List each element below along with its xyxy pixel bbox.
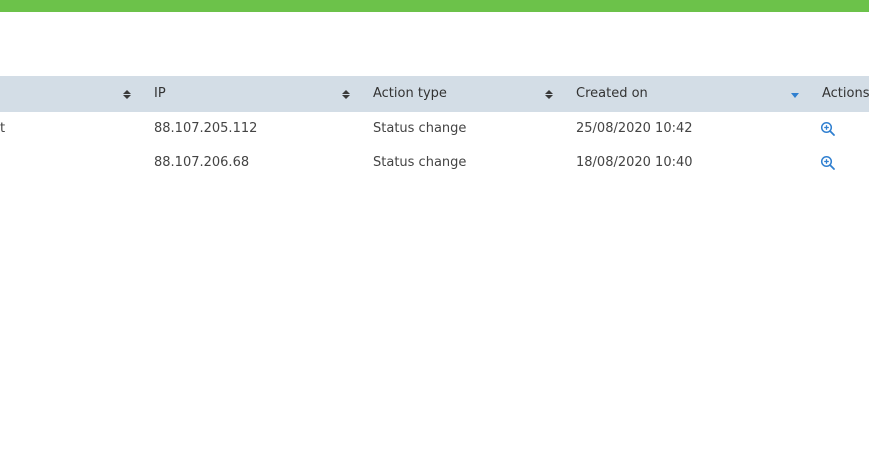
audit-log-table: IP Action type Created on Actions t 88.1… (0, 76, 869, 180)
top-accent-bar (0, 0, 869, 12)
sort-icon[interactable] (122, 76, 132, 112)
table-row: t 88.107.205.112 Status change 25/08/202… (0, 112, 869, 146)
column-header-actions: Actions (822, 86, 869, 101)
cell-truncated: t (0, 121, 6, 136)
zoom-in-icon[interactable] (820, 155, 836, 171)
cell-created-on: 18/08/2020 10:40 (576, 155, 693, 170)
sort-icon[interactable] (341, 76, 351, 112)
sort-icon[interactable] (544, 76, 554, 112)
table-header-row: IP Action type Created on Actions (0, 76, 869, 112)
cell-action-type: Status change (373, 121, 467, 136)
zoom-in-icon[interactable] (820, 121, 836, 137)
table-row: 88.107.206.68 Status change 18/08/2020 1… (0, 146, 869, 180)
cell-created-on: 25/08/2020 10:42 (576, 121, 693, 136)
sort-desc-icon[interactable] (790, 76, 800, 112)
column-header-action-type[interactable]: Action type (373, 76, 447, 112)
cell-ip: 88.107.206.68 (154, 155, 250, 170)
cell-ip: 88.107.205.112 (154, 121, 258, 136)
column-header-created-on[interactable]: Created on (576, 76, 648, 112)
cell-action-type: Status change (373, 155, 467, 170)
column-header-ip[interactable]: IP (154, 76, 166, 112)
